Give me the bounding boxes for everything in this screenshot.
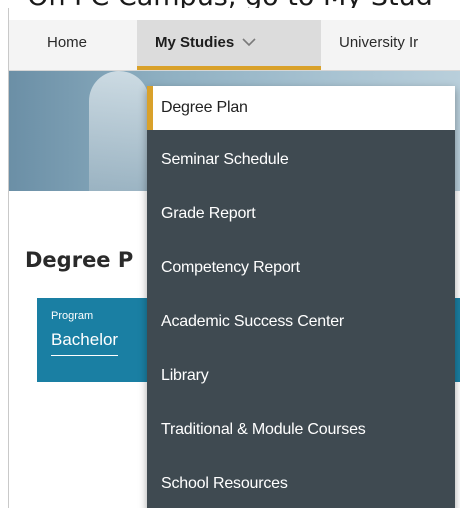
program-select[interactable]: Bachelor xyxy=(51,330,119,356)
menu-item-school-resources[interactable]: School Resources xyxy=(147,458,455,508)
page-title: Degree P xyxy=(25,248,134,272)
menu-item-degree-plan[interactable]: Degree Plan xyxy=(147,86,455,130)
menu-item-grade-report[interactable]: Grade Report xyxy=(147,188,455,242)
hero-image xyxy=(89,71,149,191)
program-label: Program xyxy=(51,310,94,322)
chevron-down-icon xyxy=(242,20,256,66)
nav-my-studies[interactable]: My Studies xyxy=(137,20,321,70)
nav-university[interactable]: University Ir xyxy=(339,20,418,70)
nav-my-studies-label: My Studies xyxy=(155,34,235,51)
menu-item-traditional-module-courses[interactable]: Traditional & Module Courses xyxy=(147,404,455,458)
menu-item-academic-success-center[interactable]: Academic Success Center xyxy=(147,296,455,350)
nav-home[interactable]: Home xyxy=(47,20,87,70)
my-studies-dropdown: Degree Plan Seminar Schedule Grade Repor… xyxy=(147,86,455,508)
menu-item-library[interactable]: Library xyxy=(147,350,455,404)
browser-frame: Home My Studies University Ir Degree P P… xyxy=(8,8,460,508)
menu-item-competency-report[interactable]: Competency Report xyxy=(147,242,455,296)
menu-item-seminar-schedule[interactable]: Seminar Schedule xyxy=(147,134,455,188)
top-nav: Home My Studies University Ir xyxy=(9,20,460,71)
